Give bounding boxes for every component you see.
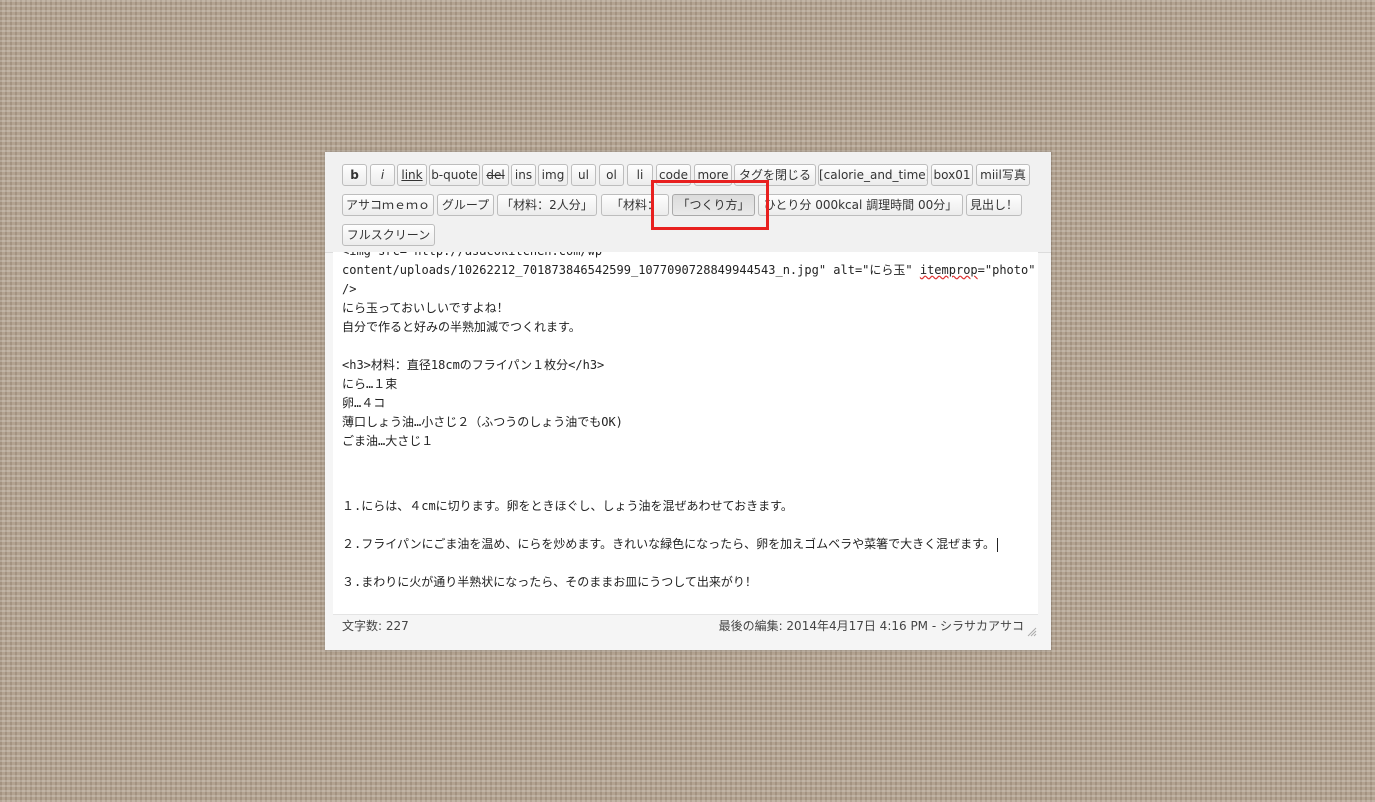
post-content-textarea[interactable]: <img src="http://asacokitchen.com/wp- co… [333,252,1038,614]
highlight-box [651,180,769,230]
per-person-kcal-time-button[interactable]: ひとり分 000kcal 調理時間 00分」 [758,194,963,216]
text-line: ２.フライパンにごま油を温め、にらを炒めます。きれいな緑色になったら、卵を加えゴ… [342,535,1034,554]
del-button[interactable]: del [482,164,509,186]
asaco-memo-button[interactable]: アサコｍｅｍｏ [342,194,434,216]
group-button[interactable]: グループ [437,194,494,216]
text-segment: content/uploads/10262212_701873846542599… [342,263,920,277]
ul-button[interactable]: ul [571,164,596,186]
box01-button[interactable]: box01 [931,164,973,186]
ingredients-2-servings-button[interactable]: 「材料：2人分」 [497,194,597,216]
text-content: <img src="http://asacokitchen.com/wp- co… [342,252,1036,592]
heading-button[interactable]: 見出し！ [966,194,1022,216]
ins-button[interactable]: ins [511,164,536,186]
img-button[interactable]: img [538,164,568,186]
b-quote-button[interactable]: b-quote [429,164,480,186]
text-line: にら…１束 [342,377,398,391]
text-line: <h3>材料：直径18cmのフライパン１枚分</h3> [342,358,605,372]
text-segment: ="photo" [977,263,1036,277]
calorie-and-time-button[interactable]: [calorie_and_time] [818,164,928,186]
resize-grip-icon[interactable] [1027,627,1037,637]
last-edit-info: 最後の編集: 2014年4月17日 4:16 PM - シラサカアサコ [718,619,1024,633]
text-line: ３.まわりに火が通り半熟状になったら、そのままお皿にうつして出来がり！ [342,575,757,589]
text-line: 薄口しょう油…小さじ２（ふつうのしょう油でもOK) [342,415,623,429]
bold-button[interactable]: b [342,164,367,186]
text-line: にら玉っておいしいですよね！ [342,301,509,315]
text-line: <img src="http://asacokitchen.com/wp- [342,252,1034,261]
status-bar: 文字数: 227 最後の編集: 2014年4月17日 4:16 PM - シラサ… [333,614,1038,639]
li-button[interactable]: li [627,164,653,186]
text-segment: ２.フライパンにごま油を温め、にらを炒めます。きれいな緑色になったら、卵を加えゴ… [342,537,995,551]
text-line: /> [342,282,357,296]
text-line: 自分で作ると好みの半熟加減でつくれます。 [342,320,581,334]
ol-button[interactable]: ol [599,164,624,186]
text-cursor [996,537,998,552]
text-line: 卵…４コ [342,396,386,410]
render-gap [333,448,1038,486]
link-button[interactable]: link [397,164,427,186]
italic-button[interactable]: i [370,164,395,186]
spellcheck-word: itemprop [919,263,978,277]
miil-photo-button[interactable]: miil写真 [976,164,1030,186]
fullscreen-button[interactable]: フルスクリーン [342,224,435,246]
text-line: content/uploads/10262212_701873846542599… [342,261,1036,280]
word-count: 文字数: 227 [342,619,409,633]
text-line: １.にらは、４cmに切ります。卵をときほぐし、しょう油を混ぜあわせておきます。 [342,499,793,513]
